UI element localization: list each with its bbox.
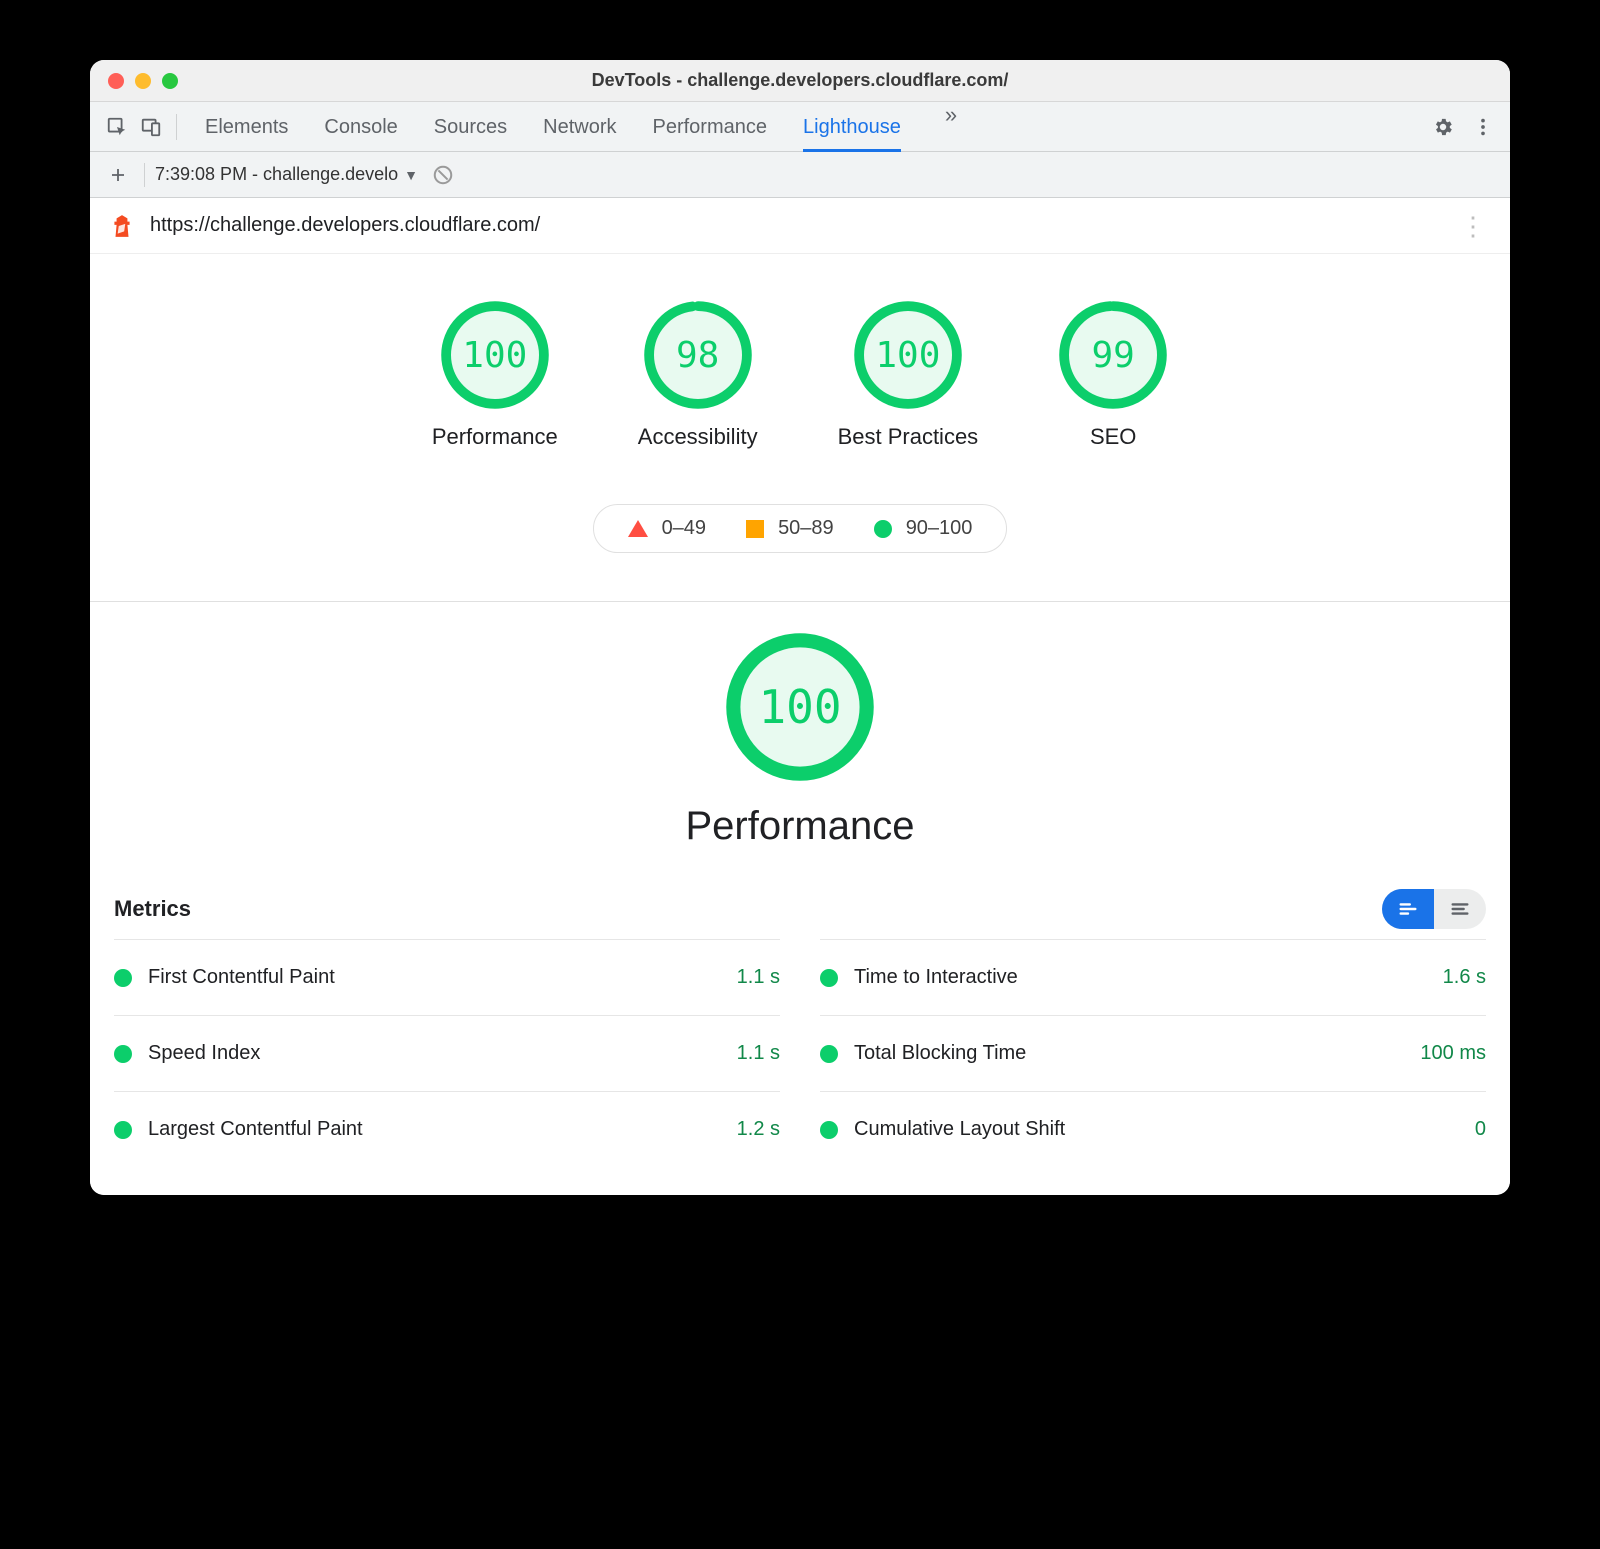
legend-fail: 0–49	[628, 517, 707, 540]
gauge-performance[interactable]: 100 Performance	[432, 300, 558, 450]
circle-pass-icon	[874, 520, 892, 538]
legend-pass-label: 90–100	[906, 517, 973, 540]
new-report-button[interactable]	[102, 159, 134, 191]
performance-score: 100	[725, 632, 875, 782]
view-expanded-button[interactable]	[1434, 889, 1486, 929]
gauge-accessibility[interactable]: 98 Accessibility	[638, 300, 758, 450]
tabs-overflow-icon[interactable]: »	[937, 102, 965, 152]
metric-row[interactable]: First Contentful Paint 1.1 s	[114, 939, 780, 1015]
metrics-view-toggle	[1382, 889, 1486, 929]
metric-value: 100 ms	[1420, 1042, 1486, 1065]
gauge-label: SEO	[1090, 424, 1136, 450]
metric-row[interactable]: Largest Contentful Paint 1.2 s	[114, 1091, 780, 1167]
gauge-ring-icon: 99	[1058, 300, 1168, 410]
gauge-seo[interactable]: 99 SEO	[1058, 300, 1168, 450]
view-compact-button[interactable]	[1382, 889, 1434, 929]
metric-row[interactable]: Speed Index 1.1 s	[114, 1015, 780, 1091]
lighthouse-toolbar: 7:39:08 PM - challenge.develo ▼	[90, 152, 1510, 198]
tab-console[interactable]: Console	[324, 102, 397, 152]
metric-name: Time to Interactive	[854, 966, 1018, 989]
devtools-menu-icon[interactable]	[1466, 110, 1500, 144]
maximize-window-icon[interactable]	[162, 73, 178, 89]
legend-average: 50–89	[746, 517, 834, 540]
metrics-grid: First Contentful Paint 1.1 s Speed Index…	[90, 939, 1510, 1195]
report-url: https://challenge.developers.cloudflare.…	[150, 214, 1454, 237]
metric-name: Cumulative Layout Shift	[854, 1118, 1065, 1141]
panel-tabs: Elements Console Sources Network Perform…	[205, 102, 1426, 152]
titlebar: DevTools - challenge.developers.cloudfla…	[90, 60, 1510, 102]
metric-value: 1.2 s	[737, 1118, 780, 1141]
metric-row[interactable]: Time to Interactive 1.6 s	[820, 939, 1486, 1015]
legend-average-label: 50–89	[778, 517, 834, 540]
tab-lighthouse[interactable]: Lighthouse	[803, 102, 901, 152]
metric-value: 1.1 s	[737, 1042, 780, 1065]
report-selector[interactable]: 7:39:08 PM - challenge.develo ▼	[155, 164, 418, 185]
triangle-fail-icon	[628, 520, 648, 537]
report-selector-label: 7:39:08 PM - challenge.develo	[155, 164, 398, 185]
close-window-icon[interactable]	[108, 73, 124, 89]
gauge-label: Accessibility	[638, 424, 758, 450]
settings-gear-icon[interactable]	[1426, 110, 1460, 144]
status-pass-icon	[820, 1121, 838, 1139]
gauge-score: 100	[853, 300, 963, 410]
performance-section: 100 Performance	[90, 602, 1510, 889]
device-toolbar-icon[interactable]	[134, 110, 168, 144]
main-tabrow: Elements Console Sources Network Perform…	[90, 102, 1510, 152]
lighthouse-logo-icon	[108, 212, 136, 240]
divider-icon	[176, 114, 177, 140]
metric-value: 0	[1475, 1118, 1486, 1141]
gauge-score: 99	[1058, 300, 1168, 410]
clear-icon[interactable]	[432, 164, 454, 186]
metric-name: Speed Index	[148, 1042, 260, 1065]
metrics-heading: Metrics	[114, 896, 191, 922]
metrics-header: Metrics	[90, 889, 1510, 939]
metric-row[interactable]: Cumulative Layout Shift 0	[820, 1091, 1486, 1167]
traffic-lights	[90, 73, 178, 89]
tab-sources[interactable]: Sources	[434, 102, 507, 152]
metric-name: Largest Contentful Paint	[148, 1118, 363, 1141]
gauge-score: 100	[440, 300, 550, 410]
metric-name: First Contentful Paint	[148, 966, 335, 989]
inspect-element-icon[interactable]	[100, 110, 134, 144]
chevron-down-icon: ▼	[404, 167, 418, 183]
score-gauges: 100 Performance 98 Accessibility	[90, 254, 1510, 470]
metric-row[interactable]: Total Blocking Time 100 ms	[820, 1015, 1486, 1091]
minimize-window-icon[interactable]	[135, 73, 151, 89]
square-average-icon	[746, 520, 764, 538]
report-menu-icon[interactable]: ⋮	[1454, 213, 1492, 239]
status-pass-icon	[820, 1045, 838, 1063]
tab-performance[interactable]: Performance	[653, 102, 768, 152]
legend-fail-label: 0–49	[662, 517, 707, 540]
metric-name: Total Blocking Time	[854, 1042, 1026, 1065]
performance-title: Performance	[686, 804, 915, 849]
tab-network[interactable]: Network	[543, 102, 616, 152]
status-pass-icon	[114, 1045, 132, 1063]
status-pass-icon	[114, 969, 132, 987]
divider-icon	[144, 163, 145, 187]
metric-value: 1.6 s	[1443, 966, 1486, 989]
gauge-ring-icon: 98	[643, 300, 753, 410]
gauge-ring-icon: 100	[725, 632, 875, 782]
report-content: 100 Performance 98 Accessibility	[90, 254, 1510, 1195]
metric-value: 1.1 s	[737, 966, 780, 989]
gauge-best-practices[interactable]: 100 Best Practices	[838, 300, 979, 450]
report-urlbar: https://challenge.developers.cloudflare.…	[90, 198, 1510, 254]
gauge-label: Performance	[432, 424, 558, 450]
window-title: DevTools - challenge.developers.cloudfla…	[90, 70, 1510, 91]
legend-pass: 90–100	[874, 517, 973, 540]
status-pass-icon	[114, 1121, 132, 1139]
gauge-score: 98	[643, 300, 753, 410]
gauge-label: Best Practices	[838, 424, 979, 450]
gauge-ring-icon: 100	[853, 300, 963, 410]
status-pass-icon	[820, 969, 838, 987]
gauge-ring-icon: 100	[440, 300, 550, 410]
tab-elements[interactable]: Elements	[205, 102, 288, 152]
score-legend: 0–49 50–89 90–100	[593, 504, 1008, 553]
devtools-window: DevTools - challenge.developers.cloudfla…	[90, 60, 1510, 1195]
